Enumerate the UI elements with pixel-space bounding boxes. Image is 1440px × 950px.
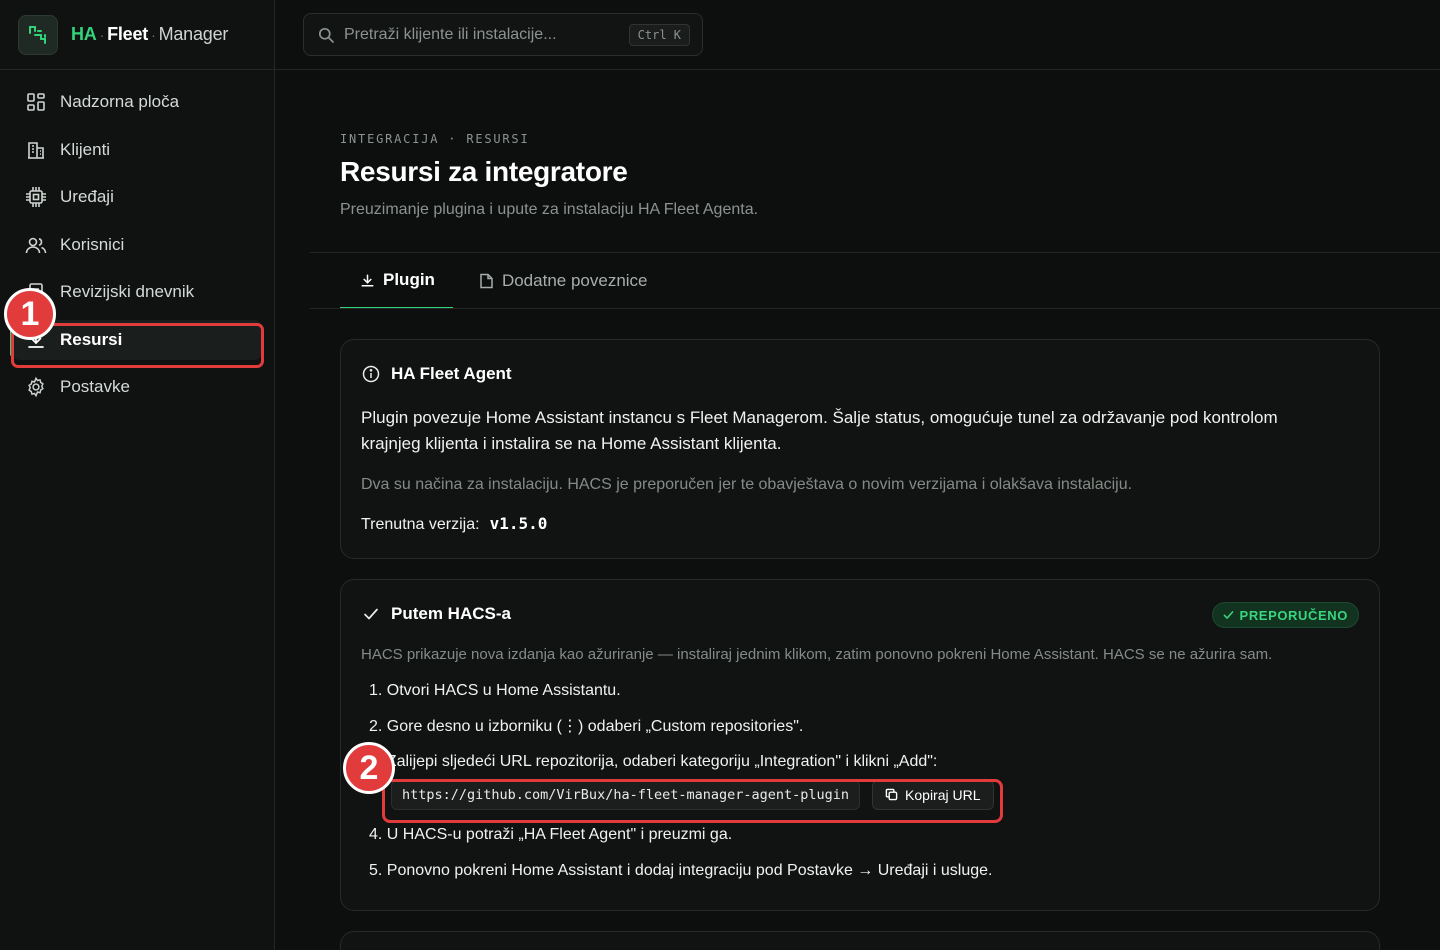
sidebar-item-dashboard[interactable]: Nadzorna ploča — [12, 82, 262, 122]
recommended-badge: PREPORUČENO — [1211, 602, 1359, 628]
users-icon — [24, 233, 48, 257]
sidebar-item-clients[interactable]: Klijenti — [12, 130, 262, 170]
sidebar-item-devices[interactable]: Uređaji — [12, 177, 262, 217]
sidebar-item-users[interactable]: Korisnici — [12, 225, 262, 265]
page-subtitle: Preuzimanje plugina i upute za instalaci… — [340, 201, 759, 218]
brand-manager: Manager — [158, 24, 229, 44]
badge-label: PREPORUČENO — [1239, 607, 1348, 623]
sidebar-item-label: Korisnici — [60, 234, 125, 254]
breadcrumb-item[interactable]: INTEGRACIJA — [340, 132, 439, 146]
sidebar-item-label: Revizijski dnevnik — [60, 282, 195, 301]
install-step: 1. Otvori HACS u Home Assistantu. — [369, 681, 621, 699]
breadcrumb-separator: · — [448, 132, 458, 146]
step-marker-1: 1 — [4, 288, 56, 340]
repo-url[interactable]: https://github.com/VirBux/ha-fleet-manag… — [391, 779, 861, 810]
logo-icon — [18, 14, 58, 55]
install-steps: 1. Otvori HACS u Home Assistantu. 2. Gor… — [361, 673, 1359, 889]
sidebar-item-label: Postavke — [60, 377, 130, 396]
tab-additional-links[interactable]: Dodatne poveznice — [459, 253, 666, 309]
brand-separator: · — [151, 27, 156, 43]
main-content: INTEGRACIJA · RESURSI Resursi za integrato… — [275, 70, 1440, 950]
card-title: Putem HACS-a — [391, 604, 511, 623]
card-header: Putem HACS-a — [361, 604, 1359, 624]
install-step: 2. Gore desno u izborniku (⋮) odaberi „C… — [369, 718, 804, 736]
download-icon — [360, 273, 375, 288]
version-label: Trenutna verzija: — [361, 516, 480, 533]
sidebar-nav: Nadzorna ploča Klijenti Uređaji Korisnic… — [0, 70, 274, 407]
card-title: HA Fleet Agent — [391, 364, 512, 383]
document-icon — [479, 273, 494, 289]
agent-info-card: HA Fleet Agent Plugin povezuje Home Assi… — [340, 339, 1380, 559]
brand[interactable]: HA · Fleet · Manager — [0, 0, 274, 70]
tab-label: Plugin — [383, 270, 435, 289]
info-icon — [361, 364, 381, 384]
agent-description: Plugin povezuje Home Assistant instancu … — [361, 408, 1278, 453]
sidebar-item-label: Resursi — [60, 329, 123, 349]
check-icon — [361, 604, 381, 624]
page-title: Resursi za integratore — [340, 156, 628, 187]
gear-icon — [24, 375, 48, 399]
copy-url-button[interactable]: Kopiraj URL — [872, 779, 994, 810]
tab-plugin[interactable]: Plugin — [340, 253, 453, 309]
manual-install-card — [340, 931, 1380, 950]
chip-icon — [24, 185, 48, 209]
hacs-install-card: Putem HACS-a PREPORUČENO HACS prikazuje … — [340, 579, 1380, 911]
dashboard-icon — [24, 90, 48, 114]
version-row: Trenutna verzija: v1.5.0 — [361, 514, 1359, 534]
copy-icon — [885, 788, 898, 801]
sidebar: HA · Fleet · Manager Nadzorna ploča Klijenti… — [0, 0, 275, 950]
tab-label: Dodatne poveznice — [501, 271, 648, 290]
brand-name: HA · Fleet · Manager — [71, 24, 228, 45]
step-marker-2: 2 — [343, 742, 395, 794]
top-bar: Ctrl K — [275, 0, 1440, 70]
tab-bar: Plugin Dodatne poveznice — [340, 253, 672, 309]
sidebar-item-label: Nadzorna ploča — [60, 92, 180, 111]
keyboard-shortcut-hint: Ctrl K — [628, 24, 690, 46]
breadcrumb-item: RESURSI — [466, 132, 530, 146]
repo-url-row: https://github.com/VirBux/ha-fleet-manag… — [369, 779, 1359, 810]
building-icon — [24, 138, 48, 162]
install-step: 3. Zalijepi sljedeći URL repozitorija, o… — [369, 752, 938, 770]
divider — [310, 308, 1440, 309]
brand-separator: · — [99, 27, 105, 43]
card-header: HA Fleet Agent — [361, 364, 1359, 384]
install-step: 5. Ponovno pokreni Home Assistant i doda… — [369, 861, 993, 879]
search-box[interactable]: Ctrl K — [303, 13, 703, 56]
brand-fleet: Fleet — [107, 24, 149, 44]
check-icon — [1223, 610, 1234, 620]
agent-install-note: Dva su načina za instalaciju. HACS je pr… — [361, 476, 1133, 493]
search-icon — [318, 27, 334, 43]
hacs-intro: HACS prikazuje nova izdanja kao ažuriran… — [361, 646, 1273, 663]
search-input[interactable] — [344, 25, 624, 44]
copy-url-label: Kopiraj URL — [905, 786, 981, 803]
install-step: 4. U HACS-u potraži „HA Fleet Agent" i p… — [369, 826, 733, 844]
sidebar-item-label: Uređaji — [60, 187, 114, 206]
version-value: v1.5.0 — [489, 514, 548, 533]
sidebar-item-label: Klijenti — [60, 139, 111, 159]
breadcrumb: INTEGRACIJA · RESURSI — [340, 132, 530, 146]
sidebar-item-settings[interactable]: Postavke — [12, 367, 262, 407]
brand-ha: HA — [71, 24, 97, 44]
